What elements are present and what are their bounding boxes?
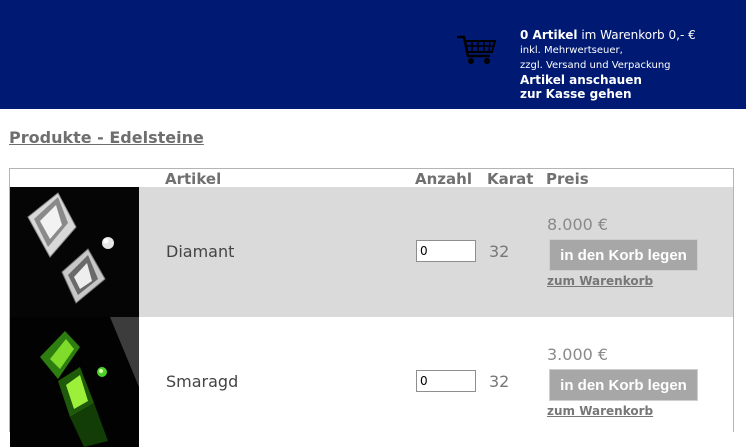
product-image-diamond[interactable] bbox=[10, 187, 139, 317]
site-header: 0 Artikel im Warenkorb 0,- € inkl. Mehrw… bbox=[0, 0, 746, 109]
go-to-cart-link[interactable]: zum Warenkorb bbox=[547, 274, 653, 288]
column-header-anzahl: Anzahl bbox=[415, 170, 472, 188]
cart-count: 0 Artikel bbox=[520, 28, 578, 42]
product-row: Smaragd 32 3.000 € in den Korb legen zum… bbox=[10, 317, 733, 447]
product-name: Diamant bbox=[166, 242, 235, 261]
column-header-karat: Karat bbox=[487, 170, 534, 188]
go-to-cart-link[interactable]: zum Warenkorb bbox=[547, 404, 653, 418]
karat-value: 32 bbox=[489, 242, 510, 261]
cart-status: 0 Artikel im Warenkorb 0,- € bbox=[520, 27, 696, 43]
cart-total: im Warenkorb 0,- € bbox=[577, 28, 696, 42]
add-to-cart-button[interactable]: in den Korb legen bbox=[549, 239, 698, 271]
column-header-artikel: Artikel bbox=[165, 170, 222, 188]
karat-value: 32 bbox=[489, 372, 510, 391]
shipping-note: zzgl. Versand und Verpackung bbox=[520, 60, 671, 71]
product-image-emerald[interactable] bbox=[10, 317, 139, 447]
price-value: 8.000 € bbox=[547, 215, 609, 234]
product-row: Diamant 32 8.000 € in den Korb legen zum… bbox=[10, 187, 733, 317]
checkout-link[interactable]: zur Kasse gehen bbox=[520, 87, 696, 101]
product-table: Artikel Anzahl Karat Preis Diamant 32 8.… bbox=[9, 168, 734, 447]
price-value: 3.000 € bbox=[547, 345, 609, 364]
tax-note: inkl. Mehrwertseuer, bbox=[520, 45, 623, 56]
product-name: Smaragd bbox=[166, 372, 239, 391]
column-header-preis: Preis bbox=[546, 170, 589, 188]
add-to-cart-button[interactable]: in den Korb legen bbox=[549, 369, 698, 401]
view-cart-link[interactable]: Artikel anschauen bbox=[520, 73, 696, 87]
shopping-cart-icon[interactable] bbox=[455, 31, 499, 67]
quantity-input[interactable] bbox=[416, 370, 476, 392]
quantity-input[interactable] bbox=[416, 240, 476, 262]
cart-summary: 0 Artikel im Warenkorb 0,- € inkl. Mehrw… bbox=[520, 27, 696, 101]
page-title[interactable]: Produkte - Edelsteine bbox=[9, 128, 204, 147]
